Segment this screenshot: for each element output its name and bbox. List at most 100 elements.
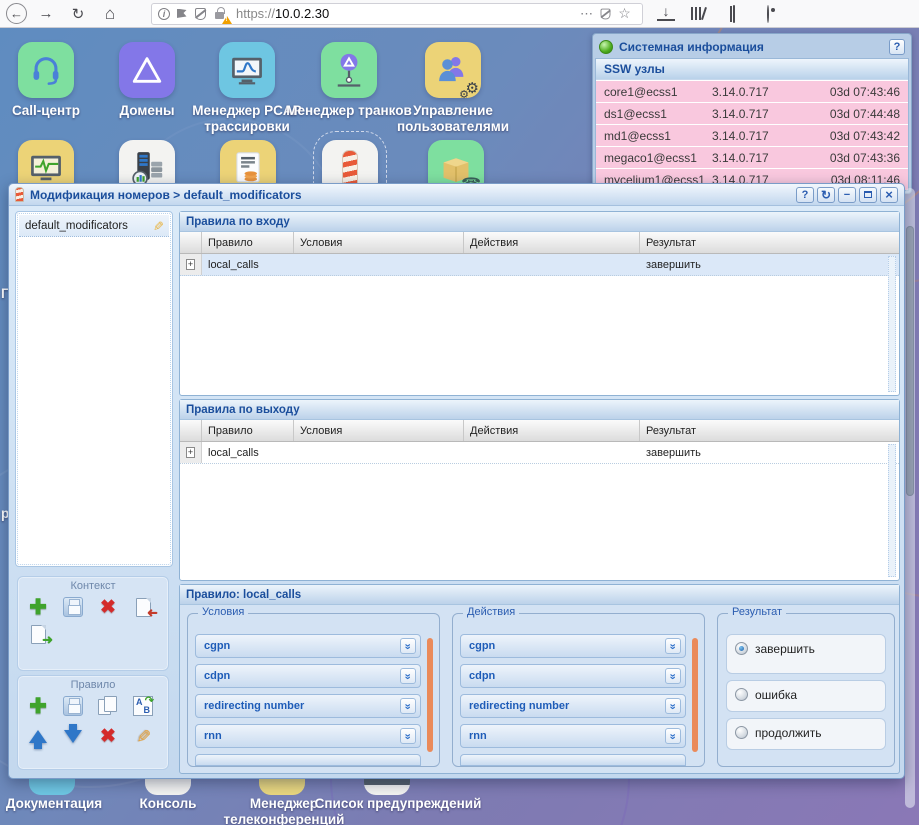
rule-move-down-button[interactable]: [61, 724, 85, 748]
app-icon-label[interactable]: Список предупреждений: [313, 796, 483, 812]
action-dropdown[interactable]: rnn »: [460, 724, 686, 748]
chevron-down-icon[interactable]: »: [665, 668, 681, 684]
actions-scrollbar[interactable]: [692, 638, 698, 752]
condition-dropdown[interactable]: cgpn »: [195, 634, 421, 658]
chevron-down-icon[interactable]: »: [400, 728, 416, 744]
result-option-continue[interactable]: продолжить: [726, 718, 886, 750]
console-icon[interactable]: [145, 779, 191, 795]
permissions-icon[interactable]: [174, 6, 189, 21]
rules-in-title: Правила по входу: [180, 212, 899, 232]
context-delete-button[interactable]: ✖: [96, 595, 120, 619]
dialog-close-button[interactable]: ×: [880, 187, 898, 203]
chevron-down-icon[interactable]: »: [665, 638, 681, 654]
insecure-lock-icon[interactable]: [212, 6, 227, 21]
condition-dropdown[interactable]: rnn »: [195, 724, 421, 748]
tracking-protection-icon[interactable]: [193, 6, 208, 21]
result-option-finish[interactable]: завершить: [726, 634, 886, 674]
row-expand-button[interactable]: +: [186, 447, 195, 458]
column-header[interactable]: Условия: [294, 232, 464, 253]
table-row[interactable]: megaco1@ecss1 3.14.0.717 03d 07:43:36: [596, 147, 908, 168]
toolbar-right-icons: ↓: [657, 6, 811, 22]
chevron-down-icon[interactable]: »: [665, 728, 681, 744]
back-button[interactable]: ←: [6, 3, 27, 24]
reload-button[interactable]: ↻: [65, 2, 91, 26]
edit-pencil-icon[interactable]: ✎: [150, 220, 166, 231]
result-option-label: ошибка: [755, 688, 797, 702]
page-actions-icon[interactable]: ⋯: [579, 6, 594, 21]
site-info-icon[interactable]: i: [158, 8, 170, 20]
app-icon-user-management[interactable]: ⚙ ⚙ Управление пользователями: [388, 42, 518, 135]
dialog-minimize-button[interactable]: −: [838, 187, 856, 203]
node-uptime: 03d 07:43:42: [804, 129, 900, 143]
table-row[interactable]: ds1@ecss1 3.14.0.717 03d 07:44:48: [596, 103, 908, 124]
action-dropdown[interactable]: [460, 754, 686, 766]
ssw-table-header: SSW узлы: [596, 59, 908, 80]
teleconference-manager-icon[interactable]: [259, 779, 305, 795]
column-header[interactable]: Результат: [640, 232, 899, 253]
downloads-icon[interactable]: ↓: [657, 6, 675, 21]
chevron-down-icon[interactable]: »: [400, 668, 416, 684]
column-header[interactable]: Правило: [202, 420, 294, 441]
context-add-button[interactable]: ✚: [26, 595, 50, 619]
rule-edit-button[interactable]: ✎: [131, 724, 155, 748]
bookmark-star-icon[interactable]: ☆: [617, 6, 632, 21]
condition-dropdown[interactable]: [195, 754, 421, 766]
system-info-help-button[interactable]: ?: [889, 39, 905, 55]
documentation-icon[interactable]: [29, 779, 75, 795]
chevron-down-icon[interactable]: »: [400, 698, 416, 714]
table-scrollbar[interactable]: [888, 256, 896, 392]
rule-rename-button[interactable]: AB↷: [131, 694, 155, 718]
dialog-titlebar[interactable]: Модификация номеров > default_modificato…: [9, 184, 904, 206]
url-bar[interactable]: i https://10.0.2.30 ⋯ ☆: [151, 3, 643, 25]
arrow-up-icon: [29, 730, 47, 743]
dialog-refresh-button[interactable]: ↻: [817, 187, 835, 203]
rule-move-up-button[interactable]: [26, 724, 50, 748]
context-save-button[interactable]: [61, 595, 85, 619]
home-icon: ⌂: [105, 4, 115, 24]
table-row[interactable]: core1@ecss1 3.14.0.717 03d 07:43:46: [596, 81, 908, 102]
forward-button[interactable]: →: [33, 2, 59, 26]
column-header[interactable]: Результат: [640, 420, 899, 441]
actions-cell: [464, 254, 640, 275]
account-icon[interactable]: [759, 6, 777, 22]
dialog-help-button[interactable]: ?: [796, 187, 814, 203]
chevron-down-icon[interactable]: »: [665, 698, 681, 714]
warning-list-icon[interactable]: [364, 779, 410, 795]
page-scrollbar-thumb[interactable]: [906, 226, 914, 496]
dialog-maximize-button[interactable]: [859, 187, 877, 203]
context-list-item[interactable]: default_modificators ✎: [19, 215, 169, 237]
table-row[interactable]: + local_calls завершить: [180, 442, 899, 464]
rule-copy-button[interactable]: [96, 694, 120, 718]
rule-delete-button[interactable]: ✖: [96, 724, 120, 748]
condition-dropdown[interactable]: redirecting number »: [195, 694, 421, 718]
column-header[interactable]: Правило: [202, 232, 294, 253]
table-scrollbar[interactable]: [888, 444, 896, 577]
rule-save-button[interactable]: [61, 694, 85, 718]
bookmark-shield-icon[interactable]: [598, 6, 613, 21]
action-dropdown[interactable]: cdpn »: [460, 664, 686, 688]
table-row[interactable]: md1@ecss1 3.14.0.717 03d 07:43:42: [596, 125, 908, 146]
row-expand-button[interactable]: +: [186, 259, 195, 270]
column-header[interactable]: Действия: [464, 420, 640, 441]
context-import-button[interactable]: ➜: [131, 595, 155, 619]
result-option-error[interactable]: ошибка: [726, 680, 886, 712]
condition-dropdown[interactable]: cdpn »: [195, 664, 421, 688]
page-scrollbar[interactable]: [905, 188, 915, 808]
chevron-down-icon[interactable]: »: [400, 638, 416, 654]
rule-add-button[interactable]: ✚: [26, 694, 50, 718]
library-icon[interactable]: [691, 7, 709, 20]
sidebar-icon[interactable]: [725, 6, 743, 22]
home-button[interactable]: ⌂: [97, 2, 123, 26]
url-text[interactable]: https://10.0.2.30: [236, 6, 579, 21]
radio-icon[interactable]: [735, 726, 748, 739]
column-header[interactable]: Условия: [294, 420, 464, 441]
table-row[interactable]: + local_calls завершить: [180, 254, 899, 276]
result-cell: завершить: [640, 254, 899, 275]
context-export-button[interactable]: ➜: [26, 622, 50, 646]
action-dropdown[interactable]: cgpn »: [460, 634, 686, 658]
radio-selected-icon[interactable]: [735, 642, 748, 655]
action-dropdown[interactable]: redirecting number »: [460, 694, 686, 718]
column-header[interactable]: Действия: [464, 232, 640, 253]
radio-icon[interactable]: [735, 688, 748, 701]
conditions-scrollbar[interactable]: [427, 638, 433, 752]
